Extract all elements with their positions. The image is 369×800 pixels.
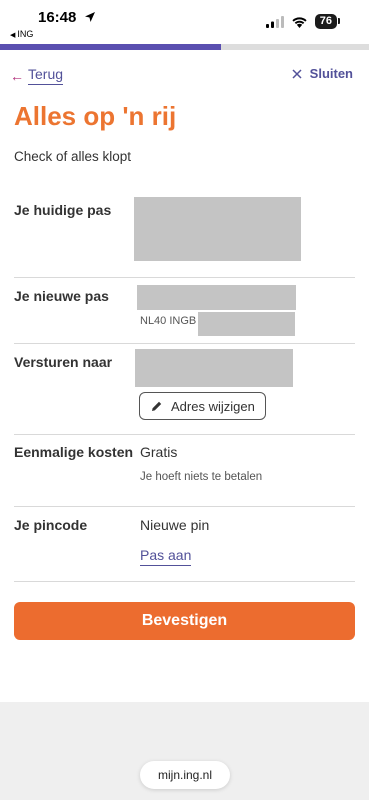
new-card-row: Je nieuwe pas NL40 INGB (14, 278, 355, 344)
new-card-iban-redacted (198, 312, 295, 336)
arrow-left-icon: ← (10, 67, 24, 84)
close-link-label: Sluiten (309, 66, 353, 81)
browser-footer: mijn.ing.nl (0, 702, 369, 800)
pin-value: Nieuwe pin (140, 517, 210, 533)
pencil-icon (152, 401, 162, 411)
back-link-label: Terug (28, 66, 64, 85)
current-card-image-redacted (134, 197, 301, 261)
back-triangle-icon: ◀ (10, 32, 16, 39)
new-card-name-redacted (137, 285, 296, 310)
status-time: 16:48 (38, 9, 77, 26)
one-time-cost-value: Gratis (140, 444, 178, 460)
current-card-label: Je huidige pas (14, 202, 112, 218)
adjust-pin-link[interactable]: Pas aan (140, 547, 192, 566)
back-link[interactable]: ← Terug (10, 66, 64, 85)
new-card-label: Je nieuwe pas (14, 288, 109, 304)
new-card-iban-prefix: NL40 INGB (140, 315, 197, 327)
step-progress-bar (0, 44, 369, 50)
back-app-label: ING (17, 29, 34, 39)
one-time-cost-label: Eenmalige kosten (14, 444, 134, 460)
current-card-row: Je huidige pas (14, 188, 355, 278)
status-indicators: 76 (265, 14, 341, 29)
wifi-icon (292, 16, 307, 28)
location-arrow-icon (85, 12, 95, 22)
confirm-button[interactable]: Bevestigen (14, 602, 355, 640)
one-time-cost-row: Eenmalige kosten Gratis Je hoeft niets t… (14, 435, 355, 507)
ship-to-label: Versturen naar (14, 354, 113, 370)
pin-row: Je pincode Nieuwe pin Pas aan (14, 507, 355, 582)
change-address-button[interactable]: Adres wijzigen (139, 392, 266, 420)
top-nav: ← Terug Sluiten (0, 62, 369, 88)
battery-indicator: 76 (314, 14, 341, 29)
ship-to-row: Versturen naar Adres wijzigen (14, 344, 355, 435)
pin-label: Je pincode (14, 517, 88, 533)
ship-to-address-redacted (135, 349, 293, 387)
back-to-app-link[interactable]: ◀ ING (10, 29, 33, 39)
page-title: Alles op 'n rij (14, 101, 177, 131)
close-icon (292, 68, 302, 79)
close-link[interactable]: Sluiten (292, 66, 353, 81)
step-progress-fill (0, 44, 222, 50)
one-time-cost-note: Je hoeft niets te betalen (140, 471, 263, 483)
browser-url-pill[interactable]: mijn.ing.nl (140, 761, 230, 789)
page-subtitle: Check of alles klopt (14, 149, 132, 164)
cellular-signal-icon (265, 15, 284, 28)
change-address-label: Adres wijzigen (171, 398, 255, 414)
status-bar: 16:48 ◀ ING 76 (0, 0, 369, 42)
